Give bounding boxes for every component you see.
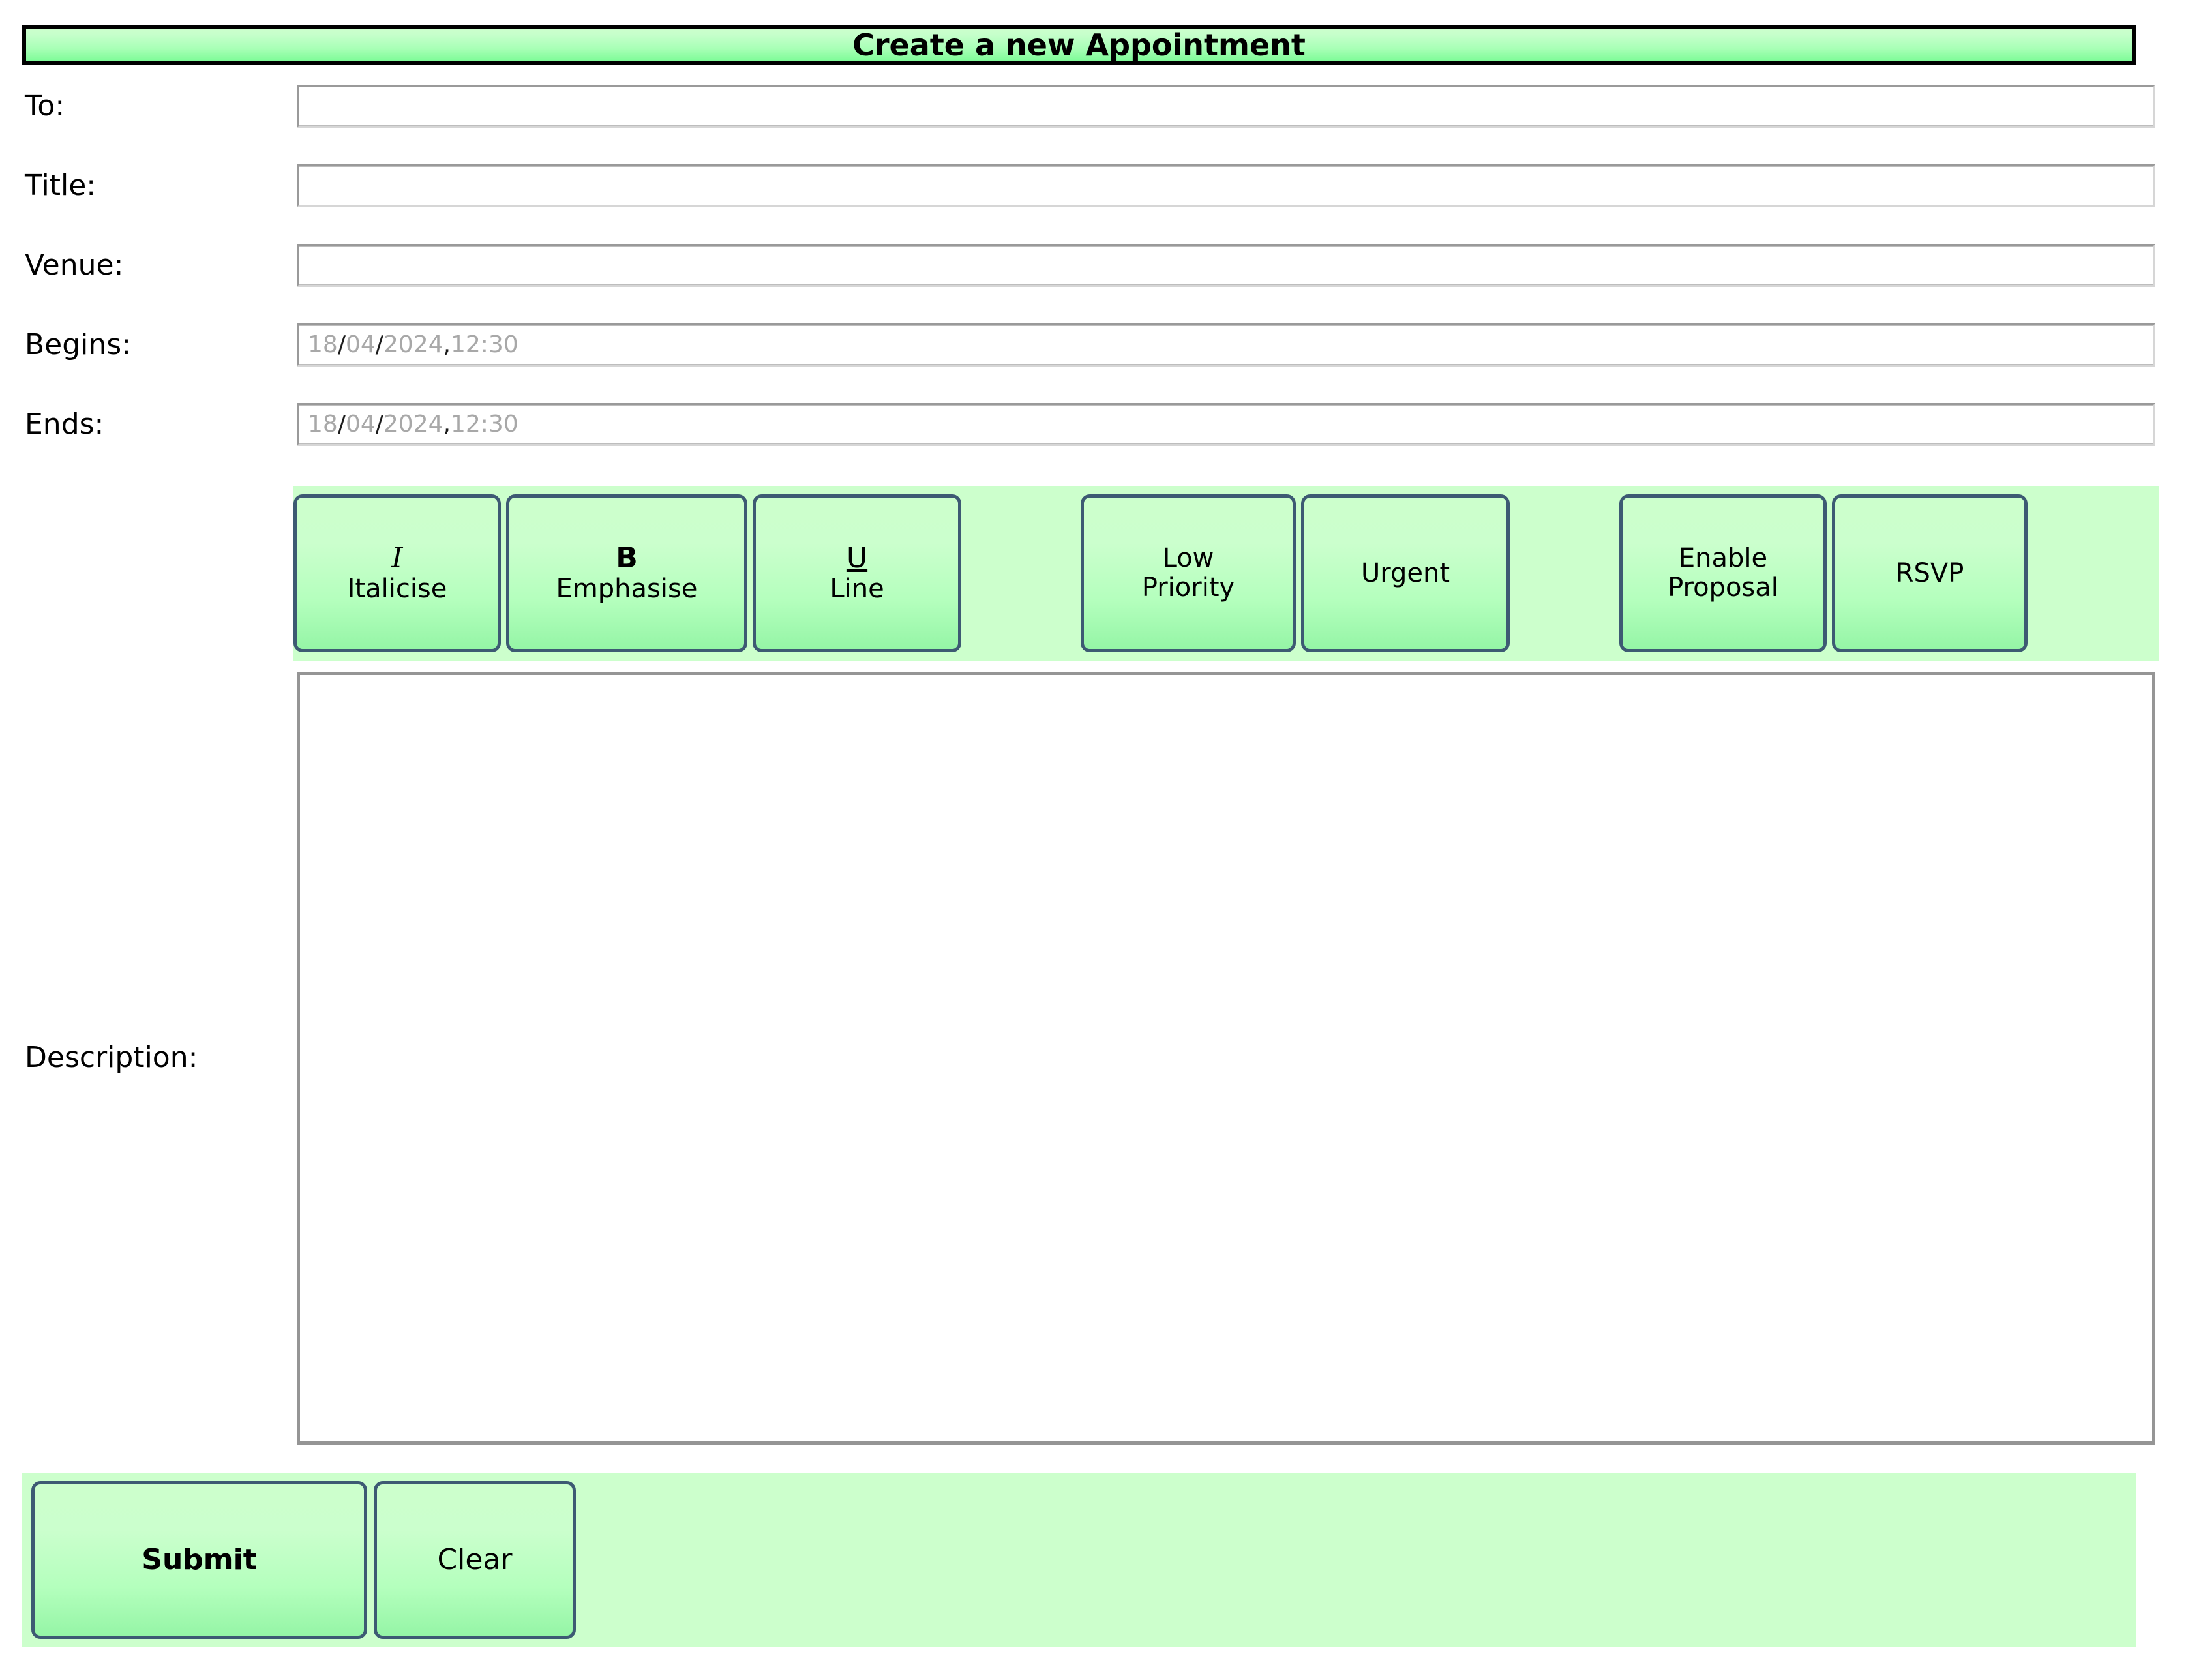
form-row-ends: Ends: 18/04/2024, 12:30: [0, 403, 2188, 446]
begins-date-sep-1: /: [338, 333, 346, 357]
urgent-button[interactable]: Urgent: [1301, 494, 1510, 652]
submit-button[interactable]: Submit: [31, 1481, 367, 1639]
ends-date-sep-1: /: [338, 413, 346, 436]
begins-datetime-sep: ,: [443, 333, 451, 357]
description-textarea[interactable]: [297, 672, 2155, 1445]
begins-month[interactable]: 04: [346, 333, 376, 357]
page-header-banner: Create a new Appointment: [22, 25, 2136, 65]
formatting-toolbar: I Italicise B Emphasise U Line Low Prior…: [293, 486, 2159, 661]
enable-proposal-button[interactable]: Enable Proposal: [1619, 494, 1827, 652]
clear-button[interactable]: Clear: [374, 1481, 576, 1639]
venue-input[interactable]: [297, 244, 2155, 287]
form-actions-bar: Submit Clear: [22, 1473, 2136, 1647]
underline-button[interactable]: U Line: [753, 494, 961, 652]
ends-year[interactable]: 2024: [383, 413, 443, 436]
italicise-button[interactable]: I Italicise: [293, 494, 501, 652]
label-title: Title:: [25, 172, 96, 200]
rsvp-button[interactable]: RSVP: [1832, 494, 2028, 652]
emphasise-button-label: Emphasise: [556, 575, 698, 604]
low-priority-button-label: Low Priority: [1142, 544, 1235, 603]
form-row-to: To:: [0, 85, 2188, 128]
begins-year[interactable]: 2024: [383, 333, 443, 357]
begins-day[interactable]: 18: [308, 333, 338, 357]
low-priority-button[interactable]: Low Priority: [1081, 494, 1296, 652]
form-row-title: Title:: [0, 164, 2188, 207]
underline-icon: U: [847, 543, 867, 574]
ends-day[interactable]: 18: [308, 413, 338, 436]
label-venue: Venue:: [25, 251, 123, 280]
ends-date-sep-2: /: [376, 413, 383, 436]
begins-datetime-input[interactable]: 18/04/2024, 12:30: [297, 323, 2155, 367]
emphasise-button[interactable]: B Emphasise: [506, 494, 747, 652]
label-begins: Begins:: [25, 331, 131, 359]
ends-datetime-sep: ,: [443, 413, 451, 436]
form-row-venue: Venue:: [0, 244, 2188, 287]
label-to: To:: [25, 92, 65, 121]
bold-icon: B: [616, 543, 638, 574]
italicise-button-label: Italicise: [348, 575, 447, 604]
begins-date-sep-2: /: [376, 333, 383, 357]
label-description: Description:: [25, 1043, 198, 1072]
label-ends: Ends:: [25, 410, 104, 439]
enable-proposal-button-label: Enable Proposal: [1668, 544, 1778, 603]
title-input[interactable]: [297, 164, 2155, 207]
ends-time[interactable]: 12:30: [451, 413, 518, 436]
form-row-begins: Begins: 18/04/2024, 12:30: [0, 323, 2188, 367]
begins-time[interactable]: 12:30: [451, 333, 518, 357]
underline-button-label: Line: [830, 575, 884, 604]
page-title: Create a new Appointment: [852, 30, 1306, 60]
urgent-button-label: Urgent: [1361, 559, 1450, 588]
ends-month[interactable]: 04: [346, 413, 376, 436]
ends-datetime-input[interactable]: 18/04/2024, 12:30: [297, 403, 2155, 446]
rsvp-button-label: RSVP: [1896, 559, 1964, 588]
to-input[interactable]: [297, 85, 2155, 128]
italic-icon: I: [391, 543, 402, 574]
